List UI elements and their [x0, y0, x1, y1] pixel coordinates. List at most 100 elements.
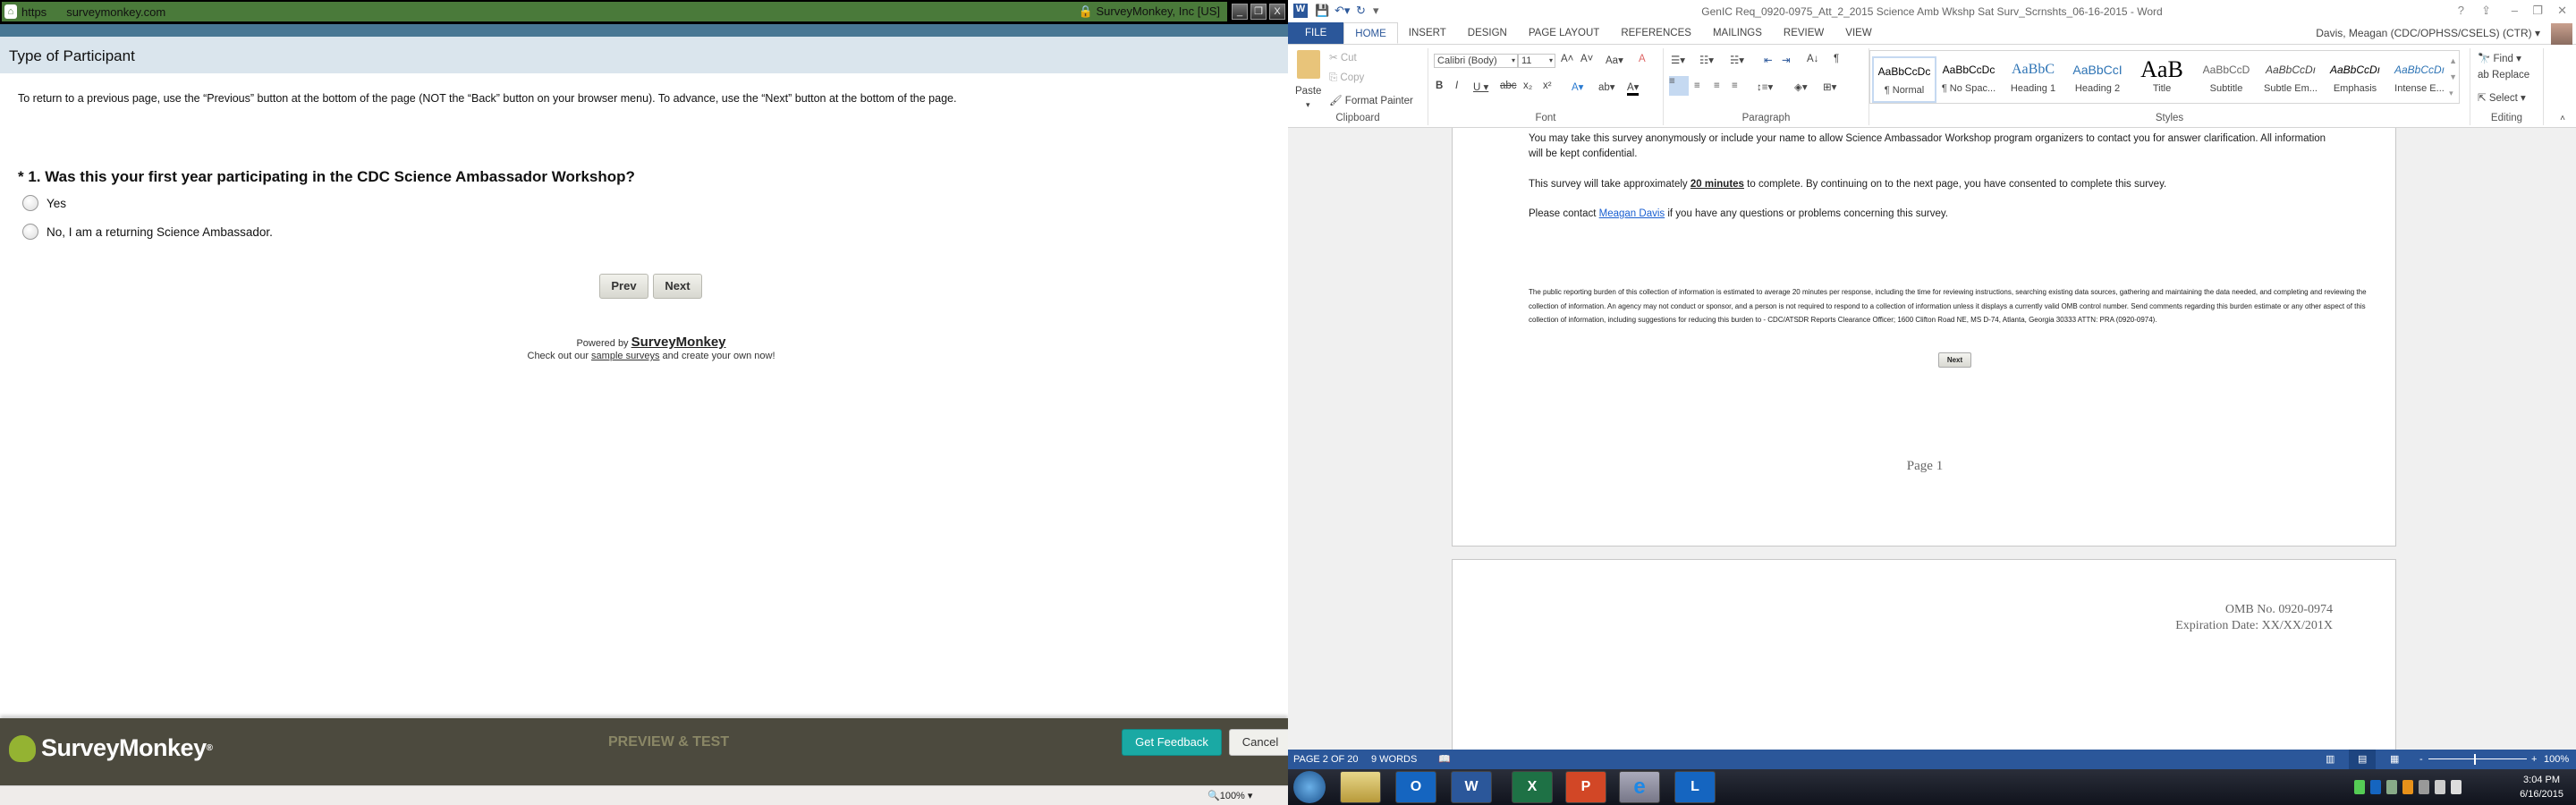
paste-dropdown-icon[interactable]: ▾	[1306, 100, 1310, 110]
collapse-ribbon-icon[interactable]: ˄	[2560, 114, 2565, 123]
zoom-control[interactable]: 🔍100% ▾	[1208, 790, 1252, 801]
print-layout-icon[interactable]: ▤	[2349, 750, 2377, 769]
font-size-dropdown[interactable]: 11 ▾	[1518, 54, 1555, 68]
gallery-scroll-icon[interactable]: ▲ ▼ ▾	[2449, 53, 2457, 101]
font-color-icon[interactable]: A▾	[1627, 80, 1640, 96]
select-button[interactable]: ⇱ Select ▾	[2478, 91, 2526, 104]
restore-icon[interactable]: ❐	[2532, 4, 2543, 18]
tab-mailings[interactable]: MAILINGS	[1702, 22, 1773, 44]
shading-icon[interactable]: ◈▾	[1794, 80, 1808, 93]
style-subtle-emphasis[interactable]: AaBbCcDı Subtle Em...	[2258, 56, 2323, 103]
tab-home[interactable]: HOME	[1343, 22, 1398, 44]
prev-button[interactable]: Prev	[599, 274, 648, 299]
tab-references[interactable]: REFERENCES	[1610, 22, 1702, 44]
surveymonkey-link[interactable]: SurveyMonkey	[631, 335, 726, 350]
taskbar-internet-explorer-icon[interactable]: e	[1619, 771, 1660, 803]
zoom-out-icon[interactable]: -	[2419, 750, 2423, 769]
option-yes-label[interactable]: Yes	[47, 197, 66, 210]
tray-sync-icon[interactable]	[2354, 780, 2365, 794]
tab-design[interactable]: DESIGN	[1457, 22, 1518, 44]
zoom-in-icon[interactable]: +	[2531, 750, 2537, 769]
highlight-icon[interactable]: ab▾	[1598, 80, 1615, 93]
get-feedback-button[interactable]: Get Feedback	[1122, 729, 1222, 756]
zoom-percent[interactable]: 100%	[2544, 750, 2569, 769]
url-field[interactable]: ⌂ https surveymonkey.com 🔒 SurveyMonkey,…	[2, 2, 1227, 21]
next-button[interactable]: Next	[653, 274, 702, 299]
subscript-icon[interactable]: x₂	[1523, 80, 1532, 91]
tray-network-icon[interactable]	[2435, 780, 2445, 794]
bullets-icon[interactable]: ☰▾	[1671, 54, 1685, 66]
zoom-slider[interactable]	[2428, 758, 2527, 759]
paste-button[interactable]: Paste	[1295, 86, 1321, 97]
borders-icon[interactable]: ⊞▾	[1823, 80, 1836, 93]
grow-font-icon[interactable]: A˄	[1561, 54, 1573, 64]
minimize-icon[interactable]: _	[1232, 4, 1248, 20]
tab-page-layout[interactable]: PAGE LAYOUT	[1518, 22, 1610, 44]
strikethrough-icon[interactable]: abc	[1500, 80, 1517, 91]
tray-volume-icon[interactable]	[2451, 780, 2462, 794]
tray-usb-icon[interactable]	[2386, 780, 2397, 794]
find-button[interactable]: 🔭 Find ▾	[2478, 52, 2521, 64]
sample-surveys-link[interactable]: sample surveys	[591, 351, 659, 361]
style-normal[interactable]: AaBbCcDc ¶ Normal	[1872, 56, 1936, 103]
align-left-icon[interactable]: ≡	[1669, 76, 1689, 96]
word-count[interactable]: 9 WORDS	[1371, 750, 1417, 769]
tab-view[interactable]: VIEW	[1835, 22, 1882, 44]
radio-yes[interactable]	[22, 195, 38, 211]
decrease-indent-icon[interactable]: ⇤	[1764, 54, 1773, 66]
zoom-slider-thumb[interactable]	[2474, 754, 2476, 765]
paste-icon[interactable]	[1297, 50, 1320, 79]
underline-icon[interactable]: U ▾	[1473, 80, 1488, 93]
close-icon[interactable]: X	[1269, 4, 1285, 20]
multilevel-list-icon[interactable]: ☵▾	[1730, 54, 1744, 66]
justify-icon[interactable]: ≡	[1732, 80, 1738, 91]
tab-file[interactable]: FILE	[1288, 22, 1344, 44]
superscript-icon[interactable]: x²	[1543, 80, 1552, 91]
cut-button[interactable]: ✂ Cut	[1329, 51, 1357, 64]
copy-button[interactable]: ⎘ Copy	[1329, 72, 1364, 84]
replace-button[interactable]: ab Replace	[2478, 70, 2529, 80]
taskbar-word-icon[interactable]: W	[1451, 771, 1492, 803]
taskbar-excel-icon[interactable]: X	[1512, 771, 1553, 803]
radio-no[interactable]	[22, 224, 38, 240]
line-spacing-icon[interactable]: ↕≡▾	[1757, 80, 1773, 93]
font-name-dropdown[interactable]: Calibri (Body) ▾	[1434, 54, 1518, 68]
style-title[interactable]: AaB Title	[2130, 56, 2194, 103]
style-subtitle[interactable]: AaBbCcD Subtitle	[2194, 56, 2258, 103]
clear-formatting-icon[interactable]: A	[1639, 54, 1646, 64]
help-icon[interactable]: ?	[2458, 4, 2464, 17]
pilcrow-icon[interactable]: ¶	[1834, 54, 1839, 64]
certificate-owner[interactable]: 🔒 SurveyMonkey, Inc [US]	[1079, 4, 1220, 19]
style-heading-2[interactable]: AaBbCcI Heading 2	[2065, 56, 2130, 103]
italic-icon[interactable]: I	[1455, 80, 1458, 91]
web-layout-icon[interactable]: ▦	[2390, 750, 2399, 769]
align-right-icon[interactable]: ≡	[1714, 80, 1720, 91]
style-no-spacing[interactable]: AaBbCcDc ¶ No Spac...	[1936, 56, 2001, 103]
proofing-icon[interactable]: 📖	[1438, 750, 1451, 769]
taskbar-lync-icon[interactable]: L	[1674, 771, 1716, 803]
tray-pen-icon[interactable]	[2419, 780, 2429, 794]
increase-indent-icon[interactable]: ⇥	[1782, 54, 1791, 66]
style-heading-1[interactable]: AaBbC Heading 1	[2001, 56, 2065, 103]
numbering-icon[interactable]: ☷▾	[1699, 54, 1714, 66]
style-intense-emphasis[interactable]: AaBbCcDı Intense E...	[2387, 56, 2452, 103]
align-center-icon[interactable]: ≡	[1694, 80, 1700, 91]
read-mode-icon[interactable]: ▥	[2326, 750, 2334, 769]
cancel-button[interactable]: Cancel	[1229, 729, 1292, 756]
bold-icon[interactable]: B	[1436, 80, 1443, 91]
change-case-icon[interactable]: Aa▾	[1606, 54, 1623, 66]
format-painter-button[interactable]: 🖌 Format Painter	[1329, 94, 1413, 106]
taskbar-powerpoint-icon[interactable]: P	[1565, 771, 1606, 803]
user-account[interactable]: Davis, Meagan (CDC/OPHSS/CSELS) (CTR) ▾	[2316, 27, 2540, 39]
avatar[interactable]	[2551, 23, 2572, 45]
meagan-davis-link[interactable]: Meagan Davis	[1599, 208, 1665, 219]
start-button[interactable]	[1293, 771, 1326, 803]
minimize-icon[interactable]: –	[2512, 4, 2518, 17]
option-no-label[interactable]: No, I am a returning Science Ambassador.	[47, 225, 273, 239]
tray-security-icon[interactable]	[2402, 780, 2413, 794]
taskbar-explorer-icon[interactable]	[1340, 771, 1381, 803]
tray-outlook-icon[interactable]	[2370, 780, 2381, 794]
tab-review[interactable]: REVIEW	[1773, 22, 1835, 44]
restore-icon[interactable]: ❐	[1250, 4, 1267, 20]
close-icon[interactable]: ✕	[2557, 4, 2567, 18]
